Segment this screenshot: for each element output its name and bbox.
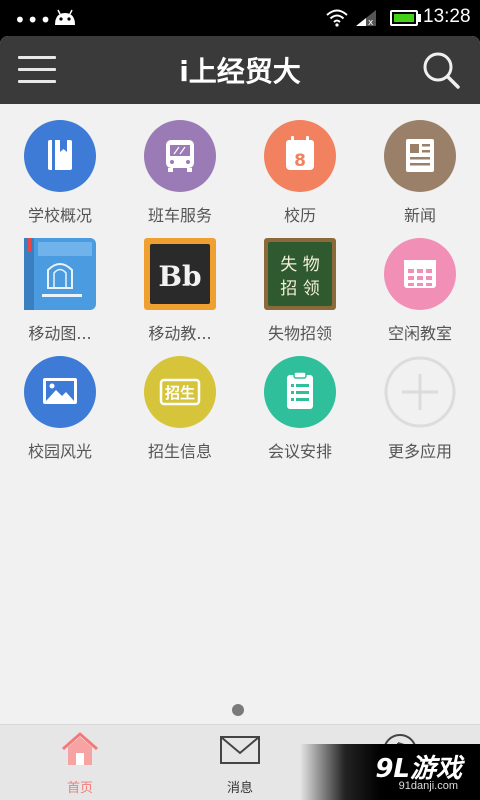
app-label: 班车服务: [147, 206, 212, 225]
battery-tip: [418, 14, 421, 22]
tab-label: 首页: [66, 781, 93, 796]
battery-icon: [390, 10, 418, 26]
tab-home[interactable]: 首页: [20, 725, 140, 800]
app-tile-mobile-library[interactable]: 移动图...: [0, 238, 120, 356]
app-tile-news[interactable]: 新闻: [360, 120, 480, 238]
svg-text:失 物: 失 物: [280, 255, 319, 275]
app-label: 移动图...: [28, 324, 92, 343]
app-tile-meeting-schedule[interactable]: 会议安排: [240, 356, 360, 474]
blackboard-text: Bb: [158, 260, 201, 293]
calendar-day-number: 8: [294, 151, 306, 171]
book-icon: [24, 120, 96, 192]
picture-icon: [24, 356, 96, 428]
app-tile-school-calendar[interactable]: 8 校历: [240, 120, 360, 238]
mail-icon: [220, 736, 260, 764]
stamp-icon: 招生: [144, 356, 216, 428]
app-tile-more-apps[interactable]: 更多应用: [360, 356, 480, 474]
app-label: 会议安排: [267, 442, 332, 461]
app-label: 更多应用: [387, 442, 452, 461]
app-label: 招生信息: [147, 442, 212, 461]
chalkboard-icon: 失 物 招 领: [264, 238, 336, 310]
svg-text:招 领: 招 领: [280, 279, 319, 299]
app-label: 新闻: [403, 206, 436, 225]
app-label: 移动教...: [148, 324, 212, 343]
app-label: 校历: [283, 206, 316, 225]
clipboard-icon: [264, 356, 336, 428]
app-tile-shuttle-bus[interactable]: 班车服务: [120, 120, 240, 238]
more-dots-icon: •••: [14, 8, 53, 32]
app-label: 学校概况: [27, 206, 92, 225]
add-icon: [384, 356, 456, 428]
calendar-icon: 8: [264, 120, 336, 192]
page-indicator-dot: [232, 704, 244, 716]
newspaper-icon: [384, 120, 456, 192]
site-watermark: 9L游戏 91danji.com: [300, 744, 480, 800]
app-tile-school-overview[interactable]: 学校概况: [0, 120, 120, 238]
app-label: 校园风光: [27, 442, 92, 461]
page-title: i上经贸大: [179, 55, 301, 88]
app-screen: i上经贸大 学校概况 班车服务 8 校历 新闻 移动图... Bb 移动教...…: [0, 36, 480, 800]
app-tile-mobile-teaching[interactable]: Bb 移动教...: [120, 238, 240, 356]
watermark-url: 91danji.com: [398, 780, 458, 792]
android-icon: [55, 9, 75, 25]
grid-icon: [384, 238, 456, 310]
svg-text:x: x: [368, 18, 374, 28]
app-tile-lost-found[interactable]: 失 物 招 领 失物招领: [240, 238, 360, 356]
blackboard-icon: Bb: [144, 238, 216, 310]
battery-level: [394, 14, 414, 22]
tab-label: 消息: [226, 781, 253, 796]
library-icon: [24, 238, 96, 310]
app-tile-free-classroom[interactable]: 空闲教室: [360, 238, 480, 356]
wifi-icon: [326, 9, 348, 27]
signal-icon: x: [356, 10, 376, 28]
app-tile-admissions[interactable]: 招生 招生信息: [120, 356, 240, 474]
app-label: 失物招领: [267, 324, 332, 343]
search-icon[interactable]: [420, 50, 464, 90]
bus-icon: [144, 120, 216, 192]
home-icon: [62, 732, 98, 765]
tab-messages[interactable]: 消息: [180, 725, 300, 800]
status-bar: ••• x 13:28: [0, 0, 480, 36]
app-tile-campus-scenery[interactable]: 校园风光: [0, 356, 120, 474]
app-header: i上经贸大: [0, 36, 480, 104]
app-label: 空闲教室: [387, 324, 452, 343]
stamp-text: 招生: [165, 384, 195, 402]
status-time: 13:28: [423, 6, 471, 27]
